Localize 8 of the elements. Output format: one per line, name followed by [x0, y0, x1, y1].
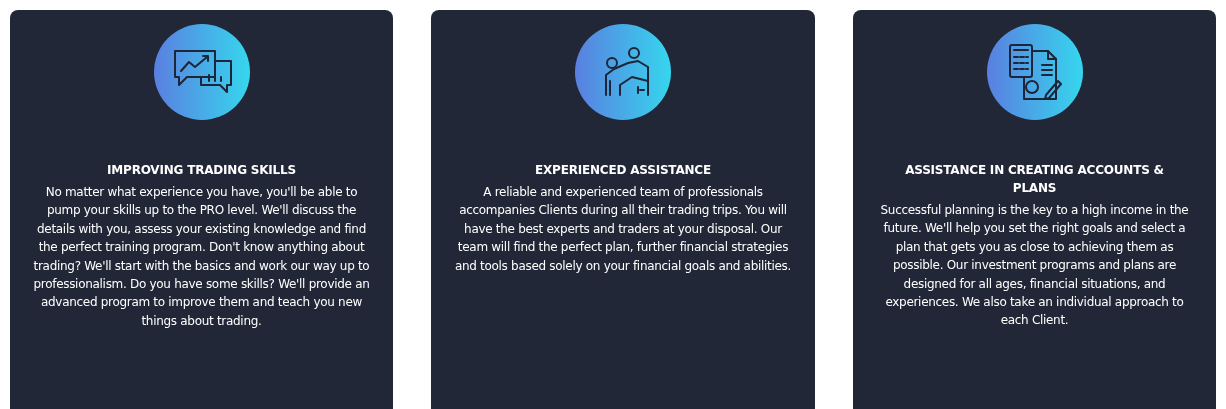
card-description: A reliable and experienced team of professionals accompanies Clients during all their trading trips. You will have the best experts and traders at your disposal. Our team will find the perfect plan, further financial strategies and tools based solely on your financial goals and abilities.: [453, 184, 793, 275]
card-title: IMPROVING TRADING SKILLS: [107, 162, 296, 179]
card-title: EXPERIENCED ASSISTANCE: [535, 162, 711, 179]
chat-chart-icon: [152, 23, 251, 121]
card-description: Successful planning is the key to a high income in the future. We'll help you set the right goals and select a plan that gets you as close to achieving them as possible. Our investment programs and plans are designed for all ages, financial situations, and experiences. We also take an individual approach to each Client.: [879, 202, 1190, 330]
card-description: No matter what experience you have, you'll be able to pump your skills up to the PRO level. We'll discuss the details with you, assess your existing knowledge and find the perfect training program. Don't know anything about trading? We'll start with the basics and work our way up to professionalism. Do you have some skills? We'll provide an advanced program to improve them and teach you new things about trading.: [32, 184, 371, 330]
calculator-document-icon: [985, 23, 1084, 121]
card-title: ASSISTANCE IN CREATING ACCOUNTS & PLANS: [904, 162, 1165, 197]
